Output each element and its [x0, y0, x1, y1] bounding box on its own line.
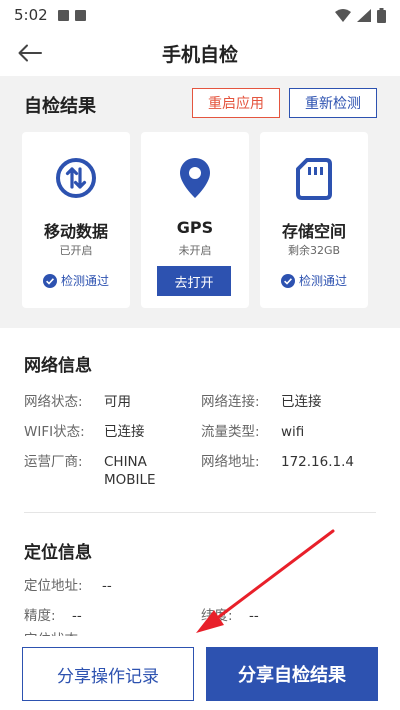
wifi-icon: [335, 8, 351, 22]
share-operation-log-button[interactable]: 分享操作记录: [22, 647, 194, 701]
recheck-button[interactable]: 重新检测: [289, 88, 377, 118]
check-card-mobile-data: 移动数据 已开启 检测通过: [22, 132, 130, 308]
phone-self-check-screen: 5:02 手机自检 自检结果 重启应用 重新检测 移动数据 已开启 检测通过 G…: [0, 0, 400, 710]
signal-icon: [357, 8, 371, 22]
page-title: 手机自检: [161, 43, 238, 66]
network-connection-row: 网络连接: 已连接: [201, 393, 322, 411]
bottom-action-bar: 分享操作记录 分享自检结果: [0, 636, 400, 710]
card-status: 剩余32GB: [287, 244, 341, 257]
section-divider: [24, 512, 376, 513]
kv-label: 纬度:: [201, 608, 233, 624]
check-passed: 检测通过: [22, 272, 130, 289]
kv-value: CHINA MOBILE: [104, 454, 156, 488]
wifi-status-row: WIFI状态: 已连接: [24, 423, 145, 441]
status-time: 5:02: [14, 6, 48, 24]
app-notification-icon: [74, 9, 86, 21]
mobile-data-icon: [56, 158, 96, 198]
traffic-type-row: 流量类型: wifi: [201, 423, 304, 441]
location-pin-icon: [180, 158, 210, 198]
kv-value: --: [102, 578, 112, 594]
kv-value: 可用: [104, 394, 131, 410]
back-arrow-icon: [18, 44, 42, 62]
latitude-row: 纬度: --: [201, 607, 259, 625]
card-name: GPS: [176, 218, 214, 237]
kv-label: 网络状态:: [24, 394, 83, 410]
check-passed-label: 检测通过: [60, 274, 109, 288]
check-passed: 检测通过: [260, 272, 368, 289]
network-status-row: 网络状态: 可用: [24, 393, 131, 411]
card-name: 移动数据: [43, 222, 108, 241]
check-card-gps: GPS 未开启 去打开: [141, 132, 249, 308]
battery-icon: [377, 7, 386, 23]
kv-value: 已连接: [104, 424, 145, 440]
card-name: 存储空间: [281, 222, 346, 241]
back-button[interactable]: [14, 38, 46, 68]
kv-label: 网络连接:: [201, 394, 260, 410]
check-result-panel: 自检结果 重启应用 重新检测 移动数据 已开启 检测通过 GPS 未开启 去打开…: [0, 76, 400, 328]
kv-label: WIFI状态:: [24, 424, 85, 440]
check-result-title: 自检结果: [24, 96, 96, 117]
check-card-storage: 存储空间 剩余32GB 检测通过: [260, 132, 368, 308]
check-circle-icon: [280, 273, 295, 288]
card-status: 未开启: [178, 244, 212, 257]
kv-value: --: [249, 608, 259, 624]
kv-label: 流量类型:: [201, 424, 260, 440]
check-passed-label: 检测通过: [298, 274, 347, 288]
share-check-result-button[interactable]: 分享自检结果: [206, 647, 378, 701]
kv-label: 网络地址:: [201, 454, 260, 470]
status-bar: 5:02: [0, 0, 400, 30]
sd-card-icon: [296, 158, 332, 200]
kv-label: 定位地址:: [24, 578, 83, 594]
card-status: 已开启: [59, 244, 93, 257]
open-gps-button[interactable]: 去打开: [157, 266, 231, 296]
check-circle-icon: [42, 273, 57, 288]
location-address-row: 定位地址: --: [24, 577, 112, 595]
kv-label: 运营厂商:: [24, 454, 83, 470]
kv-value: 172.16.1.4: [281, 454, 354, 470]
image-notification-icon: [57, 9, 69, 21]
kv-value: 已连接: [281, 394, 322, 410]
kv-label: 精度:: [24, 608, 56, 624]
accuracy-row: 精度: --: [24, 607, 82, 625]
kv-value: --: [72, 608, 82, 624]
app-header: 手机自检: [0, 30, 400, 76]
location-info-title: 定位信息: [24, 543, 92, 563]
kv-value: wifi: [281, 424, 305, 440]
carrier-row: 运营厂商: CHINA MOBILE: [24, 453, 194, 493]
network-address-row: 网络地址: 172.16.1.4: [201, 453, 354, 471]
restart-app-button[interactable]: 重启应用: [192, 88, 280, 118]
network-info-title: 网络信息: [24, 356, 92, 376]
